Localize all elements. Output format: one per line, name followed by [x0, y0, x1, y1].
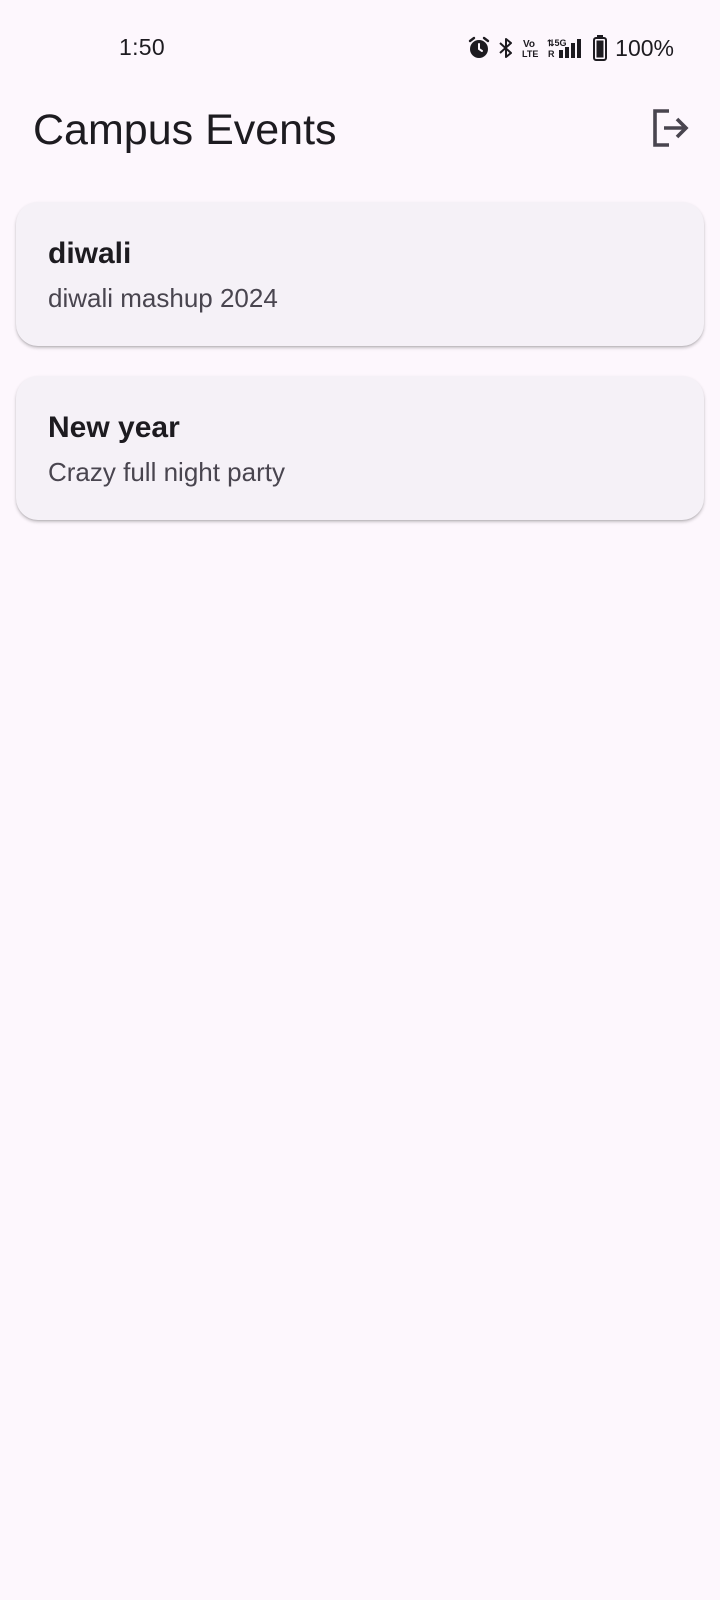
alarm-icon — [467, 36, 491, 60]
event-card[interactable]: diwali diwali mashup 2024 — [16, 202, 704, 346]
app-bar: Campus Events — [0, 96, 720, 168]
app-screen: 1:50 Vo LTE ⇅5G R 100% Campus Events diw… — [0, 0, 720, 1600]
event-subtitle: Crazy full night party — [48, 457, 285, 487]
logout-icon — [649, 107, 691, 154]
event-subtitle: diwali mashup 2024 — [48, 283, 278, 313]
svg-text:R: R — [548, 49, 555, 59]
battery-percentage: 100% — [615, 34, 674, 61]
status-bar: 1:50 Vo LTE ⇅5G R 100% — [0, 0, 720, 96]
page-title: Campus Events — [33, 106, 337, 154]
svg-text:⇅5G: ⇅5G — [547, 38, 567, 48]
event-title: New year — [48, 411, 180, 444]
event-list: diwali diwali mashup 2024 New year Crazy… — [16, 202, 704, 550]
battery-icon — [593, 35, 608, 61]
event-title: diwali — [48, 237, 132, 270]
logout-button[interactable] — [642, 102, 698, 158]
5g-signal-icon: ⇅5G R — [547, 36, 587, 60]
volte-icon: Vo LTE — [521, 36, 541, 60]
status-time: 1:50 — [119, 34, 165, 60]
svg-text:LTE: LTE — [522, 49, 538, 59]
event-card[interactable]: New year Crazy full night party — [16, 376, 704, 520]
status-icons: Vo LTE ⇅5G R 100% — [467, 33, 674, 63]
bluetooth-icon — [497, 36, 515, 60]
